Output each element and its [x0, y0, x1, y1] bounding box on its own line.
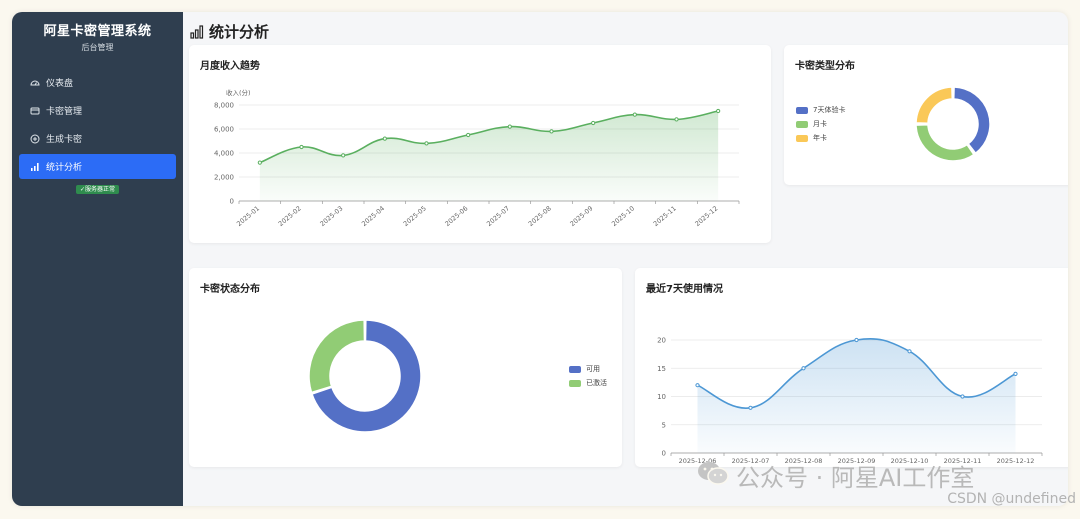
card-status-card: 卡密状态分布 可用 已激活: [189, 268, 622, 467]
sidebar-item-generate-cards[interactable]: 生成卡密: [19, 126, 176, 151]
data-point: [382, 136, 387, 141]
brand: 阿星卡密管理系统 后台管理: [12, 12, 183, 53]
brand-subtitle: 后台管理: [81, 43, 114, 52]
plus-circle-icon: [30, 134, 40, 144]
bar-chart-icon: [190, 24, 204, 39]
x-tick-label: 2025-11: [652, 204, 678, 228]
data-point: [466, 132, 471, 138]
usage-chart: 051015202025-12-06 2025-12-07 2025-12-08 20…: [657, 337, 1043, 465]
y-tick-label: 8,000: [214, 102, 234, 110]
x-tick-label: 2025-03: [318, 204, 344, 228]
y-tick-label: 2,000: [214, 174, 234, 182]
x-tick-label: 2025-01: [235, 204, 261, 228]
x-tick-label: 2025-07: [485, 204, 511, 228]
y-axis-label: 收入(分): [226, 88, 251, 97]
y-tick-label: 4,000: [214, 150, 234, 158]
monthly-revenue-chart: 0 2,000 4,000 6,000 8,000 2025-01 2025-02 2025-…: [214, 88, 740, 228]
usage-card: 最近7天使用情况 0 5 10 15 20 2025-12-06 2025-12-07 202…: [635, 268, 1068, 467]
data-point: [299, 144, 304, 150]
x-tick-label: 2025-12-12: [997, 457, 1035, 465]
data-point: [854, 337, 859, 343]
data-point: [695, 383, 700, 388]
card-type-card: 卡密类型分布 7天体验卡 月卡 年卡: [784, 45, 1068, 185]
series-area: [697, 338, 1016, 453]
bar-chart-icon: [30, 162, 40, 172]
brand-title: 阿星卡密管理系统: [43, 24, 152, 39]
legend-swatch: [569, 379, 581, 387]
data-point: [341, 153, 346, 158]
y-tick-label: 0: [230, 198, 234, 206]
data-point: [507, 124, 512, 129]
data-point: [632, 112, 637, 117]
card-type-donut: [915, 86, 991, 162]
y-tick-label: 15: [657, 365, 666, 373]
x-tick-label: 2025-08: [527, 204, 553, 228]
data-point: [801, 366, 806, 371]
pie-slice: [915, 123, 975, 162]
data-point: [674, 117, 679, 122]
server-status-badge: ✓服务器正常: [76, 185, 119, 194]
x-tick-label: 2025-06: [443, 204, 469, 228]
csdn-watermark: CSDN @undefined: [947, 491, 1076, 507]
pie-slice: [915, 86, 953, 125]
page-title: 统计分析: [190, 21, 269, 42]
x-tick-label: 2025-10: [610, 204, 636, 228]
y-tick-label: 0: [662, 450, 666, 458]
monthly-revenue-card: 月度收入趋势 0 2,000 4,000 6,000 8,000 2025-01 2025-…: [189, 45, 771, 243]
dashboard-icon: [30, 78, 40, 88]
data-point: [748, 405, 753, 410]
sidebar-item-dashboard[interactable]: 仪表盘: [19, 70, 176, 95]
data-point: [960, 394, 965, 399]
x-tick-label: 2025-12: [693, 204, 719, 228]
page-title-text: 统计分析: [209, 23, 270, 41]
x-tick-label: 2025-04: [360, 204, 386, 228]
legend-label: 可用: [586, 365, 600, 373]
pie-slice: [953, 86, 991, 155]
data-point: [907, 349, 912, 354]
data-point: [1013, 371, 1018, 377]
sidebar-item-label: 卡密管理: [46, 107, 83, 117]
data-point: [424, 141, 429, 146]
legend-swatch: [569, 365, 581, 373]
x-tick-label: 2025-02: [277, 204, 303, 228]
y-tick-label: 20: [657, 337, 666, 345]
card-status-donut: [308, 319, 422, 433]
sidebar: 阿星卡密管理系统 后台管理 仪表盘 卡密管理 生成卡密 统计分析 ✓服务器正常: [12, 12, 183, 506]
data-point: [257, 160, 262, 165]
sidebar-item-label: 统计分析: [46, 163, 83, 173]
y-tick-label: 10: [657, 393, 666, 401]
sidebar-item-card-management[interactable]: 卡密管理: [19, 98, 176, 123]
data-point: [716, 108, 721, 114]
sidebar-item-statistics[interactable]: 统计分析: [19, 154, 176, 179]
sidebar-menu: 仪表盘 卡密管理 生成卡密 统计分析: [12, 70, 183, 179]
y-tick-label: 5: [662, 421, 666, 429]
app-window: 阿星卡密管理系统 后台管理 仪表盘 卡密管理 生成卡密 统计分析 ✓服务器正常 …: [12, 12, 1068, 506]
wechat-icon: [696, 459, 730, 493]
card-status-legend: 可用 已激活: [569, 362, 607, 390]
sidebar-item-label: 仪表盘: [46, 79, 74, 89]
pie-slice: [308, 319, 366, 394]
y-tick-label: 6,000: [214, 126, 234, 134]
main-content: 统计分析 月度收入趋势 0 2,000 4,000 6,000 8,000 2025-01…: [183, 12, 1068, 506]
sidebar-item-label: 生成卡密: [46, 135, 83, 145]
data-point: [591, 120, 596, 126]
watermark: 公众号 · 阿星AI工作室: [696, 458, 974, 493]
series-area: [259, 111, 719, 201]
x-tick-label: 2025-09: [568, 204, 594, 228]
legend-item[interactable]: 已激活: [569, 376, 607, 390]
data-point: [549, 129, 554, 134]
legend-item[interactable]: 可用: [569, 362, 607, 376]
watermark-text: 公众号 · 阿星AI工作室: [736, 464, 975, 492]
legend-label: 已激活: [586, 379, 607, 387]
x-tick-label: 2025-05: [402, 204, 428, 228]
card-icon: [30, 106, 40, 116]
